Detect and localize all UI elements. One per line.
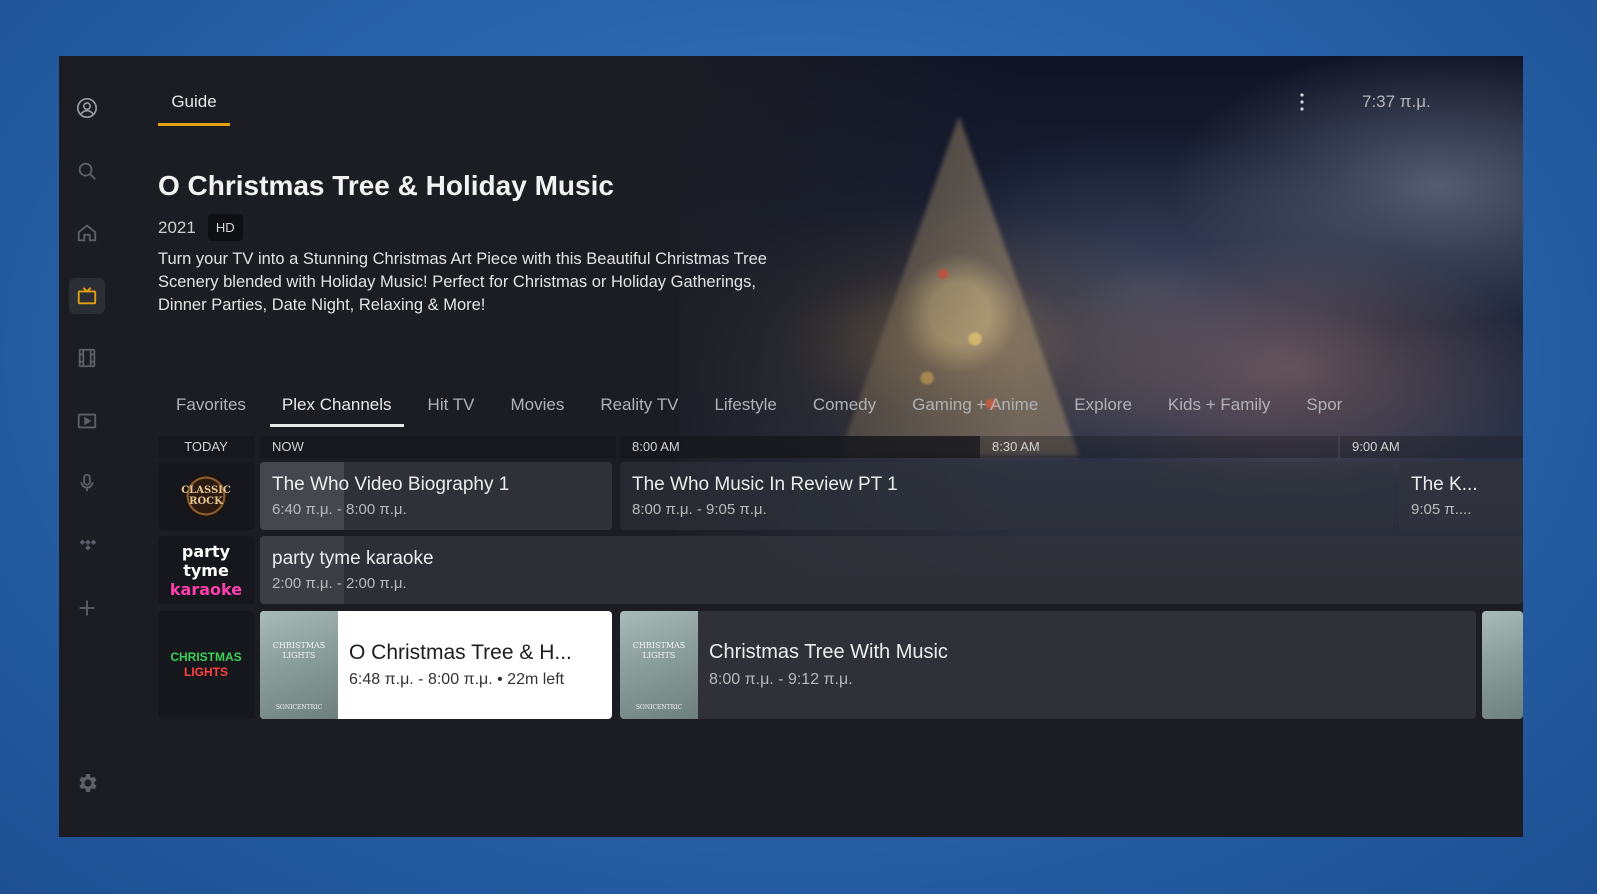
tab-reality-tv[interactable]: Reality TV <box>582 391 696 427</box>
program-title: party tyme karaoke <box>272 548 434 569</box>
timeline-today: TODAY <box>158 436 254 458</box>
program-title: The K... <box>1411 474 1478 495</box>
logo-text: CLASSIC <box>181 485 231 496</box>
tab-guide[interactable]: Guide <box>158 90 230 126</box>
program-thumbnail: CHRISTMAS LIGHTS SONICENTRIC <box>620 611 698 719</box>
tab-comedy[interactable]: Comedy <box>795 391 894 427</box>
program-cell[interactable]: CHRISTMAS LIGHTS SONICENTRIC Christmas T… <box>620 611 1476 719</box>
program-progress <box>260 462 344 530</box>
logo-text: LIGHTS <box>184 665 228 679</box>
channel-logo-christmas-lights[interactable]: CHRISTMAS LIGHTS <box>158 611 254 719</box>
tab-hit-tv[interactable]: Hit TV <box>410 391 493 427</box>
play-icon[interactable] <box>69 403 105 439</box>
program-title: The Who Video Biography 1 <box>272 474 510 495</box>
channel-row: CHRISTMAS LIGHTS CHRISTMAS LIGHTS SONICE… <box>59 611 1523 719</box>
category-tabs: Favorites Plex Channels Hit TV Movies Re… <box>158 391 1360 431</box>
channel-logo-party-tyme[interactable]: party tyme karaoke <box>158 536 254 604</box>
film-icon[interactable] <box>69 340 105 376</box>
party-tyme-logo: party tyme karaoke <box>158 542 254 599</box>
tab-lifestyle[interactable]: Lifestyle <box>696 391 794 427</box>
search-icon[interactable] <box>69 153 105 189</box>
tab-movies[interactable]: Movies <box>492 391 582 427</box>
program-time: 9:05 π.... <box>1411 501 1472 518</box>
hero-meta: 2021 HD <box>158 214 243 241</box>
timeline-header: TODAY NOW 8:00 AM 8:30 AM 9:00 AM <box>59 436 1523 458</box>
hero-title: O Christmas Tree & Holiday Music <box>158 170 614 201</box>
tab-explore[interactable]: Explore <box>1056 391 1150 427</box>
gear-icon[interactable] <box>75 771 99 795</box>
program-cell[interactable]: The K... 9:05 π.... <box>1399 462 1523 530</box>
thumb-text: CHRISTMAS <box>272 641 326 650</box>
tab-gaming-anime[interactable]: Gaming + Anime <box>894 391 1056 427</box>
timeline-slot: 8:30 AM <box>980 436 1338 458</box>
thumb-text: CHRISTMAS <box>632 641 686 650</box>
logo-text: party tyme <box>181 541 231 580</box>
program-progress <box>260 536 344 604</box>
thumb-text: SONICENTRIC <box>635 704 683 711</box>
logo-text: karaoke <box>169 579 243 599</box>
timeline-slot: 9:00 AM <box>1340 436 1523 458</box>
program-cell[interactable] <box>1482 611 1523 719</box>
user-circle-icon[interactable] <box>69 90 105 126</box>
program-time: 8:00 π.μ. - 9:05 π.μ. <box>632 501 767 518</box>
tv-icon[interactable] <box>69 278 105 314</box>
program-title: O Christmas Tree & H... <box>349 641 572 664</box>
program-time: 6:48 π.μ. - 8:00 π.μ. • 22m left <box>349 671 565 688</box>
hero-year: 2021 <box>158 217 196 237</box>
app-window: Guide 7:37 π.μ. O Christmas Tree & Holid… <box>59 56 1523 837</box>
hd-badge: HD <box>207 214 243 241</box>
more-options-icon[interactable] <box>1295 92 1309 112</box>
logo-text: ROCK <box>189 496 223 507</box>
tab-favorites[interactable]: Favorites <box>158 391 264 427</box>
program-cell[interactable]: The Who Music In Review PT 1 8:00 π.μ. -… <box>620 462 1393 530</box>
program-cell[interactable]: party tyme karaoke 2:00 π.μ. - 2:00 π.μ. <box>260 536 1523 604</box>
hero-description: Turn your TV into a Stunning Christmas A… <box>158 250 767 314</box>
christmas-lights-logo: CHRISTMAS LIGHTS <box>170 650 241 680</box>
timeline-slot-now: NOW <box>260 436 616 458</box>
channel-row: CLASSIC ROCK The Who Video Biography 1 6… <box>59 462 1523 530</box>
thumb-text: LIGHTS <box>282 651 316 660</box>
program-time: 8:00 π.μ. - 9:12 π.μ. <box>709 671 853 688</box>
thumb-text: SONICENTRIC <box>275 704 323 711</box>
program-title: Christmas Tree With Music <box>709 641 948 663</box>
timeline-slot: 8:00 AM <box>620 436 980 458</box>
classic-rock-logo: CLASSIC ROCK <box>181 474 231 518</box>
clock: 7:37 π.μ. <box>1362 92 1431 111</box>
channel-logo-classic-rock[interactable]: CLASSIC ROCK <box>158 462 254 530</box>
program-thumbnail: CHRISTMAS LIGHTS SONICENTRIC <box>260 611 338 719</box>
tab-plex-channels[interactable]: Plex Channels <box>269 391 404 427</box>
logo-text: CHRISTMAS <box>170 650 242 664</box>
program-title: The Who Music In Review PT 1 <box>632 474 898 495</box>
program-cell[interactable]: The Who Video Biography 1 6:40 π.μ. - 8:… <box>260 462 612 530</box>
home-icon[interactable] <box>69 215 105 251</box>
tab-sports[interactable]: Spor <box>1288 391 1360 427</box>
program-time: 6:40 π.μ. - 8:00 π.μ. <box>272 501 407 518</box>
program-time: 2:00 π.μ. - 2:00 π.μ. <box>272 575 407 592</box>
tab-kids-family[interactable]: Kids + Family <box>1150 391 1289 427</box>
channel-row: party tyme karaoke party tyme karaoke 2:… <box>59 536 1523 604</box>
program-thumbnail <box>1482 611 1523 719</box>
program-cell-selected[interactable]: CHRISTMAS LIGHTS SONICENTRIC O Christmas… <box>260 611 612 719</box>
thumb-text: LIGHTS <box>642 651 676 660</box>
